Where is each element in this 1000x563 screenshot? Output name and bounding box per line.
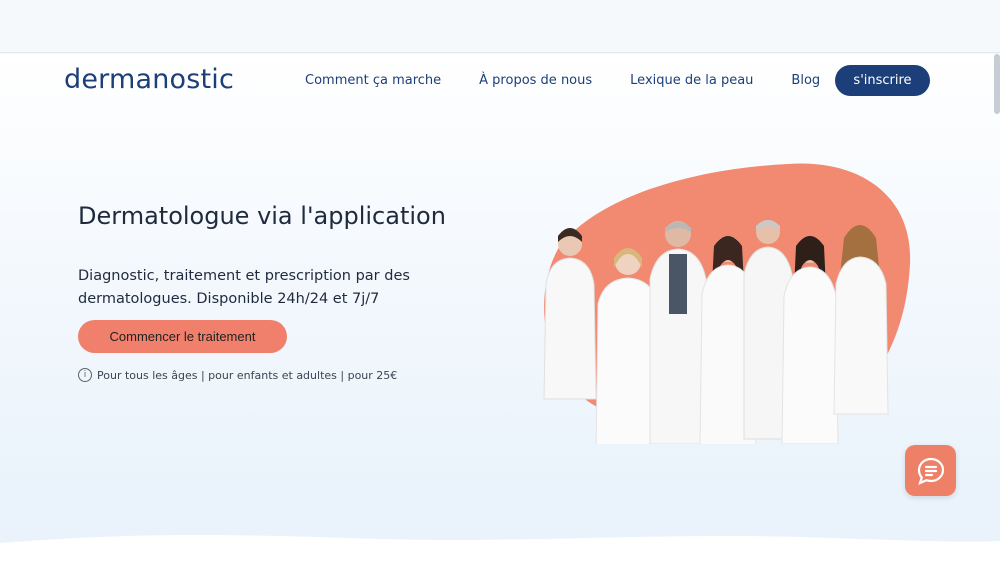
nav-lexique[interactable]: Lexique de la peau	[630, 73, 753, 88]
info-icon: i	[78, 368, 92, 382]
pricing-info-text: Pour tous les âges | pour enfants et adu…	[97, 368, 398, 382]
main-nav: Comment ça marche À propos de nous Lexiq…	[305, 73, 858, 88]
bottom-wave	[0, 535, 1000, 563]
hero-subtitle: Diagnostic, traitement et prescription p…	[78, 268, 410, 307]
chat-icon	[917, 457, 944, 485]
chat-button[interactable]	[905, 445, 956, 496]
nav-blog[interactable]: Blog	[791, 73, 820, 88]
dermatologists-team-image	[543, 163, 911, 444]
signup-button[interactable]: s'inscrire	[835, 65, 930, 96]
pricing-info: i Pour tous les âges | pour enfants et a…	[78, 368, 397, 382]
landing-page: dermanostic Comment ça marche À propos d…	[0, 54, 1000, 563]
scrollbar[interactable]	[994, 54, 1000, 114]
browser-top-strip	[0, 0, 1000, 53]
hero-title: Dermatologue via l'application	[78, 202, 446, 230]
start-treatment-button[interactable]: Commencer le traitement	[78, 320, 287, 353]
nav-a-propos[interactable]: À propos de nous	[479, 73, 592, 88]
nav-comment-ca-marche[interactable]: Comment ça marche	[305, 73, 441, 88]
logo[interactable]: dermanostic	[64, 64, 234, 95]
